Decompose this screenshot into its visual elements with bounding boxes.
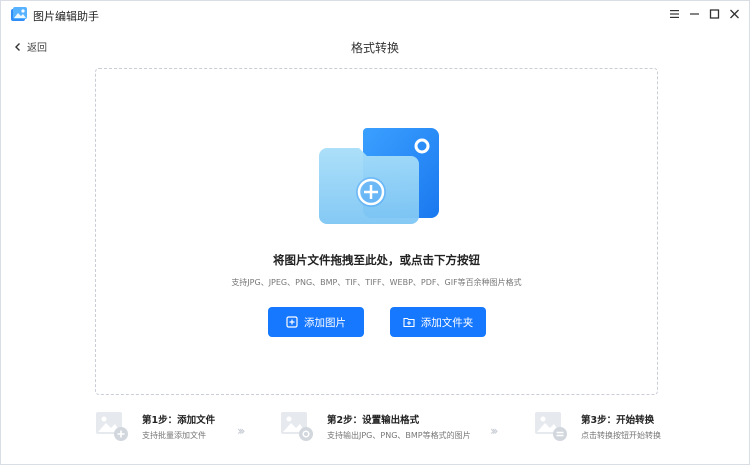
- folder-add-icon: [319, 128, 439, 224]
- add-folder-button[interactable]: 添加文件夹: [390, 307, 486, 337]
- menu-icon: [669, 10, 679, 18]
- image-settings-icon: [281, 412, 313, 441]
- double-chevron-right-icon: ›››: [490, 424, 499, 438]
- app-logo-icon: [11, 7, 27, 21]
- title-bar: 图片编辑助手: [1, 1, 749, 29]
- step-3-desc: 点击转换按钮开始转换: [581, 431, 661, 440]
- folder-plus-icon: [403, 317, 415, 328]
- add-folder-label: 添加文件夹: [420, 316, 474, 329]
- step-start-convert: 第3步：开始转换 点击转换按钮开始转换: [534, 406, 694, 450]
- page-title: 格式转换: [350, 41, 399, 55]
- minimize-button[interactable]: [685, 5, 703, 23]
- step-2-desc: 支持输出JPG、PNG、BMP等格式的图片: [327, 431, 471, 440]
- minimize-icon: [689, 13, 699, 15]
- file-drop-zone[interactable]: 将图片文件拖拽至此处，或点击下方按钮 支持JPG、JPEG、PNG、BMP、TI…: [95, 68, 658, 395]
- step-1-desc: 支持批量添加文件: [142, 431, 206, 440]
- menu-button[interactable]: [665, 5, 683, 23]
- maximize-button[interactable]: [705, 5, 723, 23]
- app-title: 图片编辑助手: [33, 10, 99, 23]
- window-controls: [665, 5, 743, 23]
- step-add-files: 第1步：添加文件 支持批量添加文件: [95, 406, 245, 450]
- step-2-title: 第2步：设置输出格式: [327, 415, 420, 426]
- double-chevron-right-icon: ›››: [237, 424, 246, 438]
- image-add-icon: [96, 412, 128, 441]
- step-3-title: 第3步：开始转换: [581, 415, 655, 426]
- plus-square-icon: [286, 316, 298, 328]
- add-image-label: 添加图片: [304, 316, 346, 329]
- supported-formats-text: 支持JPG、JPEG、PNG、BMP、TIF、TIFF、WEBP、PDF、GIF…: [231, 278, 522, 287]
- drop-instruction: 将图片文件拖拽至此处，或点击下方按钮: [273, 253, 480, 267]
- app-window: 图片编辑助手 返回 格式转换 将图片文件拖拽至此处，或点击下方按钮 支持JPG、…: [0, 0, 750, 465]
- step-set-format: 第2步：设置输出格式 支持输出JPG、PNG、BMP等格式的图片: [280, 406, 480, 450]
- close-icon: [729, 9, 739, 19]
- step-1-title: 第1步：添加文件: [142, 415, 216, 426]
- add-image-button[interactable]: 添加图片: [268, 307, 364, 337]
- maximize-icon: [709, 9, 719, 19]
- close-button[interactable]: [725, 5, 743, 23]
- steps-guide: 第1步：添加文件 支持批量添加文件 ››› 第2步：设置输出格式 支持输出JPG…: [1, 406, 749, 456]
- image-convert-icon: [535, 412, 567, 441]
